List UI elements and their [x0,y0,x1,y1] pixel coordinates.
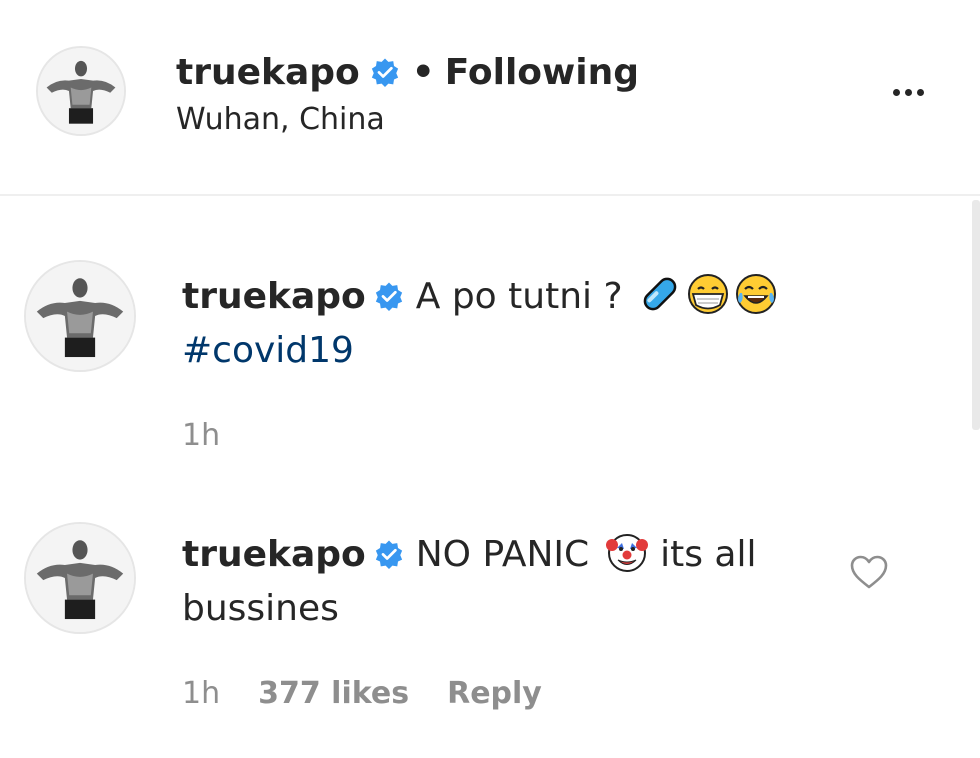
avatar-image [26,524,134,632]
comment-username[interactable]: truekapo [182,534,366,575]
hashtag-link[interactable]: #covid19 [182,330,354,371]
verified-badge-icon [370,57,400,87]
clown-face-emoji-icon [605,530,649,574]
reply-button[interactable]: Reply [447,676,542,711]
post-comments-panel: truekapo • Following Wuhan, China trueka… [0,0,980,758]
comment-timestamp[interactable]: 1h [182,676,220,711]
comment-message-start: NO PANIC [415,534,590,575]
scrollbar[interactable] [972,200,980,430]
comment-meta: 1h 377 likes Reply [182,676,542,711]
pill-emoji-icon [638,272,682,316]
more-options-icon[interactable] [884,72,932,112]
avatar-image [38,48,124,134]
comment-text: truekapo A po tutni ? #covid19 [182,270,822,378]
comment-likes-count[interactable]: 377 likes [258,676,409,711]
avatar-image [26,262,134,370]
post-location[interactable]: Wuhan, China [176,102,385,137]
mask-face-emoji-icon [686,272,730,316]
post-author-username[interactable]: truekapo [176,52,360,93]
comment-username[interactable]: truekapo [182,276,366,317]
avatar[interactable] [24,522,136,634]
avatar[interactable] [24,260,136,372]
comment-text: truekapo NO PANIC its all bussines [182,528,822,636]
separator-dot: • [411,51,435,93]
following-button[interactable]: Following [445,52,639,93]
comment-meta: 1h [182,418,220,453]
comment-message: A po tutni ? [415,276,623,317]
verified-badge-icon [374,539,404,569]
avatar[interactable] [36,46,126,136]
comment-timestamp[interactable]: 1h [182,418,220,453]
verified-badge-icon [374,281,404,311]
like-heart-icon[interactable] [848,553,890,591]
tears-of-joy-emoji-icon [734,272,778,316]
post-header: truekapo • Following Wuhan, China [0,0,980,196]
